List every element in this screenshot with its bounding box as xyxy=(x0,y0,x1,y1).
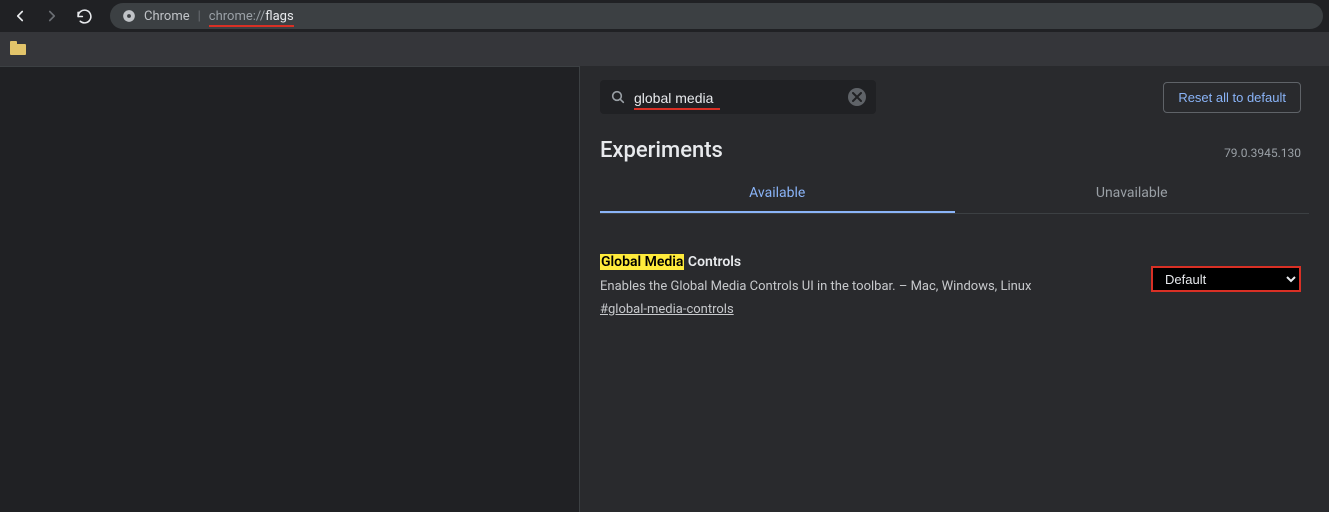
flag-state-select[interactable]: Default xyxy=(1151,266,1301,292)
browser-toolbar: Chrome | chrome://flags xyxy=(0,0,1329,32)
chrome-version: 79.0.3945.130 xyxy=(1224,146,1301,160)
tab-unavailable[interactable]: Unavailable xyxy=(955,185,1310,213)
site-icon xyxy=(122,9,136,23)
flag-entry: Global Media Controls Enables the Global… xyxy=(580,214,1329,319)
address-url: chrome://flags xyxy=(209,9,294,24)
flag-title: Global Media Controls xyxy=(600,252,1131,273)
address-separator: | xyxy=(198,9,201,24)
flags-search-box[interactable] xyxy=(600,80,876,114)
back-button[interactable] xyxy=(6,2,34,30)
flag-anchor-link[interactable]: #global-media-controls xyxy=(600,300,734,320)
bookmarks-bar xyxy=(0,32,1329,66)
flag-description: Enables the Global Media Controls UI in … xyxy=(600,277,1131,297)
flags-search-input[interactable] xyxy=(634,90,840,106)
bookmark-folder-icon[interactable] xyxy=(10,42,26,56)
forward-button[interactable] xyxy=(38,2,66,30)
flags-tabs: Available Unavailable xyxy=(580,167,1329,213)
left-empty-pane xyxy=(0,66,580,512)
tab-available[interactable]: Available xyxy=(600,185,955,213)
reset-all-button[interactable]: Reset all to default xyxy=(1163,82,1301,113)
address-bar[interactable]: Chrome | chrome://flags xyxy=(110,3,1323,29)
address-context: Chrome xyxy=(144,9,190,24)
page-title: Experiments xyxy=(600,138,723,163)
search-icon xyxy=(610,89,626,105)
close-icon xyxy=(852,92,862,102)
reload-button[interactable] xyxy=(70,2,98,30)
flag-title-highlight: Global Media xyxy=(600,254,684,270)
flags-page: Reset all to default Experiments 79.0.39… xyxy=(580,66,1329,512)
clear-search-button[interactable] xyxy=(848,88,866,106)
